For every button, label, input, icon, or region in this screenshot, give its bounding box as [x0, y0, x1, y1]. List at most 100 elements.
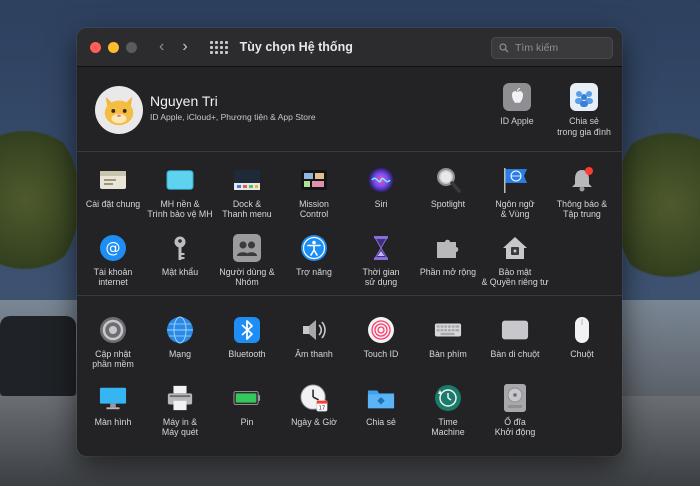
pref-notifications[interactable]: Thông báo & Tập trung: [547, 166, 617, 220]
touch-id-icon: [367, 316, 395, 344]
minimize-button[interactable]: [108, 41, 119, 53]
pref-desktop-screensaver[interactable]: MH nền & Trình bảo vệ MH: [145, 166, 215, 220]
pref-general-label: Cài đặt chung: [85, 199, 141, 209]
show-all-grid-icon[interactable]: [209, 40, 228, 54]
search-field[interactable]: [491, 37, 613, 59]
pref-displays-label: Màn hình: [94, 417, 132, 427]
pref-general[interactable]: Cài đặt chung: [78, 166, 148, 209]
pref-extensions[interactable]: Phần mở rộng: [413, 234, 483, 277]
sharing-icon: [367, 384, 395, 412]
pref-keyboard[interactable]: Bàn phím: [413, 316, 483, 359]
pref-battery[interactable]: Pin: [212, 384, 282, 427]
pref-language-region-label: Ngôn ngữ & Vùng: [495, 199, 535, 220]
zoom-button[interactable]: [126, 41, 137, 53]
pref-sharing[interactable]: Chia sẻ: [346, 384, 416, 427]
apple-id-icon: [503, 83, 531, 111]
back-button[interactable]: ‹: [159, 38, 164, 56]
language-region-icon: [501, 166, 529, 194]
pref-passwords-label: Mật khẩu: [161, 267, 199, 277]
pref-dock-label: Dock & Thanh menu: [222, 199, 272, 220]
pref-spotlight[interactable]: Spotlight: [413, 166, 483, 209]
cat-memoji-icon: [104, 96, 134, 126]
mouse-icon: [568, 316, 596, 344]
forward-button[interactable]: ›: [182, 38, 187, 56]
title-bar: ‹ › Tùy chọn Hệ thống: [77, 28, 622, 67]
avatar[interactable]: [95, 86, 143, 134]
pref-language-region[interactable]: Ngôn ngữ & Vùng: [480, 166, 550, 220]
family-sharing-icon: [570, 83, 598, 111]
search-input[interactable]: [513, 41, 607, 55]
time-machine-icon: [434, 384, 462, 412]
pref-security-privacy[interactable]: Bảo mật & Quyền riêng tư: [480, 234, 550, 288]
system-preferences-window: ‹ › Tùy chọn Hệ thống Nguyen: [77, 28, 622, 456]
pref-mouse-label: Chuột: [570, 349, 594, 359]
pref-displays[interactable]: Màn hình: [78, 384, 148, 427]
pref-network-label: Mạng: [168, 349, 191, 359]
pref-mission-control-label: Mission Control: [299, 199, 329, 220]
extensions-icon: [434, 234, 462, 262]
pref-sound[interactable]: Âm thanh: [279, 316, 349, 359]
network-icon: [166, 316, 194, 344]
close-button[interactable]: [90, 41, 101, 53]
svg-text:17: 17: [319, 406, 326, 412]
mission-control-icon: [300, 166, 328, 194]
pref-siri[interactable]: Siri: [346, 166, 416, 209]
screen-time-icon: [367, 234, 395, 262]
siri-icon: [367, 166, 395, 194]
user-subtitle: ID Apple, iCloud+, Phương tiện & App Sto…: [150, 112, 316, 122]
internet-accounts-icon: @: [99, 234, 127, 262]
pref-spotlight-label: Spotlight: [430, 199, 466, 209]
pref-sound-label: Âm thanh: [295, 349, 333, 359]
user-name: Nguyen Tri: [150, 93, 218, 109]
pref-mission-control[interactable]: Mission Control: [279, 166, 349, 220]
apple-id-label: ID Apple: [500, 116, 534, 126]
passwords-icon: [166, 234, 194, 262]
dock-icon: [233, 166, 261, 194]
displays-icon: [99, 384, 127, 412]
pref-notifications-label: Thông báo & Tập trung: [556, 199, 608, 220]
pref-keyboard-label: Bàn phím: [429, 349, 467, 359]
pref-trackpad-label: Bàn di chuột: [490, 349, 540, 359]
pref-touch-id-label: Touch ID: [363, 349, 399, 359]
pref-users-groups[interactable]: Người dùng & Nhóm: [212, 234, 282, 288]
pref-network[interactable]: Mạng: [145, 316, 215, 359]
profile-section: Nguyen Tri ID Apple, iCloud+, Phương tiệ…: [77, 67, 622, 152]
printers-scanners-icon: [166, 384, 194, 412]
pref-passwords[interactable]: Mật khẩu: [145, 234, 215, 277]
pref-mouse[interactable]: Chuột: [547, 316, 617, 359]
pref-bluetooth[interactable]: Bluetooth: [212, 316, 282, 359]
pref-security-privacy-label: Bảo mật & Quyền riêng tư: [481, 267, 549, 288]
family-sharing-item[interactable]: Chia sẻ trong gia đình: [554, 83, 614, 137]
security-privacy-icon: [501, 234, 529, 262]
pref-startup-disk[interactable]: Ổ đĩa Khởi động: [480, 384, 550, 438]
general-icon: [99, 166, 127, 194]
sound-icon: [300, 316, 328, 344]
pref-battery-label: Pin: [240, 417, 254, 427]
startup-disk-icon: [501, 384, 529, 412]
pref-accessibility[interactable]: Trợ năng: [279, 234, 349, 277]
hardware-preferences-section: Cập nhật phần mềm Mạng Bluetooth Âm than…: [77, 296, 622, 456]
keyboard-icon: [434, 316, 462, 344]
pref-printers-scanners[interactable]: Máy in & Máy quét: [145, 384, 215, 438]
pref-time-machine[interactable]: Time Machine: [413, 384, 483, 438]
pref-extensions-label: Phần mở rộng: [419, 267, 477, 277]
notifications-icon: [568, 166, 596, 194]
window-controls: [90, 41, 137, 53]
pref-dock[interactable]: Dock & Thanh menu: [212, 166, 282, 220]
pref-software-update[interactable]: Cập nhật phần mềm: [78, 316, 148, 370]
personal-preferences-section: Cài đặt chung MH nền & Trình bảo vệ MH D…: [77, 152, 622, 296]
pref-internet-accounts[interactable]: @ Tài khoản internet: [78, 234, 148, 288]
spotlight-icon: [434, 166, 462, 194]
pref-screen-time[interactable]: Thời gian sử dụng: [346, 234, 416, 288]
apple-id-item[interactable]: ID Apple: [487, 83, 547, 127]
background-car: [0, 316, 76, 396]
pref-touch-id[interactable]: Touch ID: [346, 316, 416, 359]
pref-users-groups-label: Người dùng & Nhóm: [219, 267, 275, 288]
pref-software-update-label: Cập nhật phần mềm: [92, 349, 134, 370]
pref-time-machine-label: Time Machine: [431, 417, 465, 438]
window-title: Tùy chọn Hệ thống: [239, 40, 353, 54]
bluetooth-icon: [233, 316, 261, 344]
pref-accessibility-label: Trợ năng: [296, 267, 332, 277]
pref-date-time[interactable]: 17 Ngày & Giờ: [279, 384, 349, 427]
pref-trackpad[interactable]: Bàn di chuột: [480, 316, 550, 359]
